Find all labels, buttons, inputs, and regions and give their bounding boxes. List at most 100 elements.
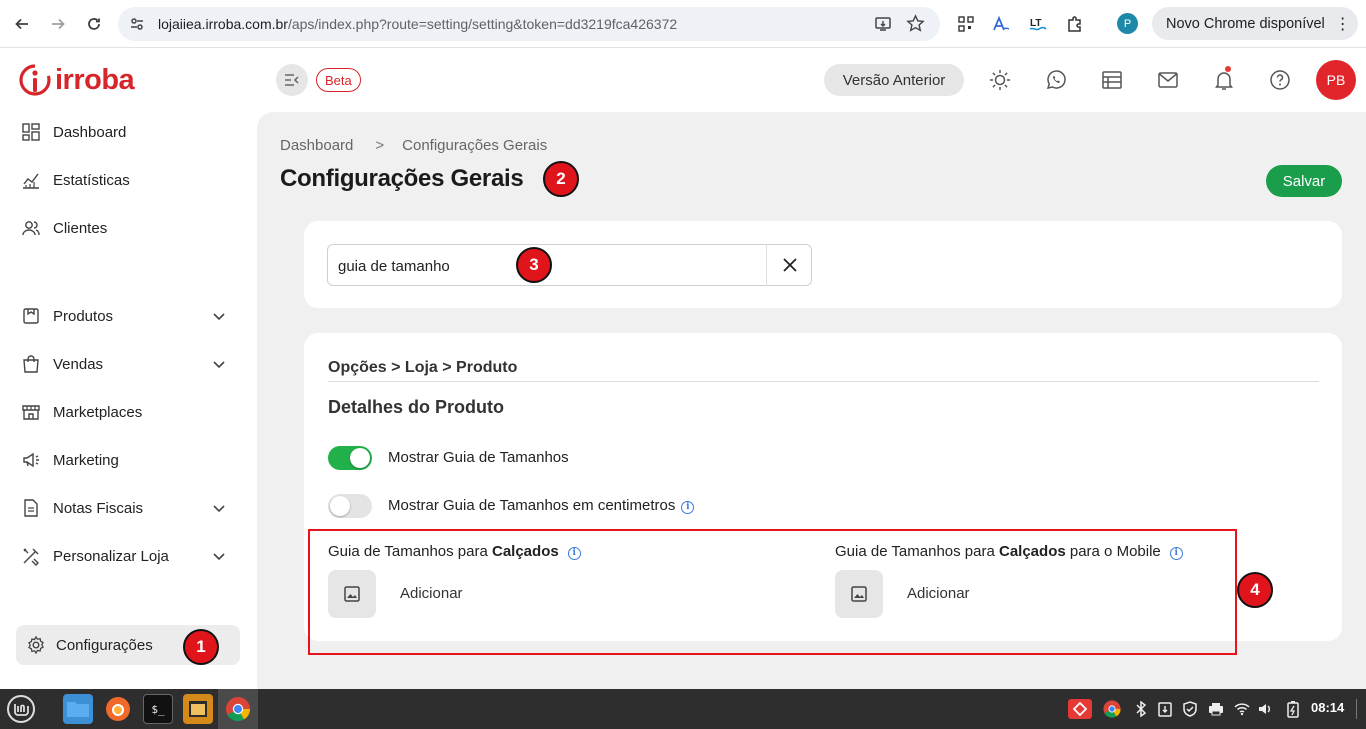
show-desktop-divider[interactable] <box>1356 699 1357 719</box>
product-icon <box>20 305 42 327</box>
breadcrumb: Dashboard > Configurações Gerais <box>280 137 547 154</box>
breadcrumb-home-link[interactable]: Dashboard <box>280 137 353 154</box>
shield-tray-icon[interactable] <box>1180 699 1200 719</box>
logo-text: irroba <box>55 63 135 96</box>
sidebar-item-marketing[interactable]: Marketing <box>20 445 240 475</box>
mint-menu-icon[interactable] <box>6 694 36 724</box>
bookmark-star-icon[interactable] <box>906 14 925 38</box>
clipboard-tray-icon[interactable] <box>1155 699 1175 719</box>
chrome-app-icon[interactable] <box>223 694 253 724</box>
sidebar-item-marketplaces[interactable]: Marketplaces <box>20 397 240 427</box>
toggle-knob <box>330 496 350 516</box>
save-button[interactable]: Salvar <box>1266 165 1342 197</box>
sidebar-item-customize-store[interactable]: Personalizar Loja <box>20 541 240 571</box>
beta-badge: Beta <box>316 68 361 92</box>
step-marker-3: 3 <box>516 247 552 283</box>
sidebar-item-label: Clientes <box>53 219 108 237</box>
url-text: lojaiiea.irroba.com.br/aps/index.php?rou… <box>158 16 678 32</box>
size-guide-cm-label-text: Mostrar Guia de Tamanhos em centimetros <box>388 497 676 514</box>
section-title: Detalhes do Produto <box>328 397 505 417</box>
size-guide-toggle[interactable] <box>328 446 372 470</box>
clear-search-button[interactable] <box>766 244 812 286</box>
sidebar-item-dashboard[interactable]: Dashboard <box>20 117 240 147</box>
chevron-down-icon[interactable] <box>212 549 226 567</box>
bluetooth-icon[interactable] <box>1131 699 1151 719</box>
sidebar-item-label: Configurações <box>56 636 153 654</box>
install-app-icon[interactable] <box>874 15 892 38</box>
size-guide-toggle-label: Mostrar Guia de Tamanhos <box>388 449 569 466</box>
battery-icon[interactable] <box>1283 699 1303 719</box>
forward-icon[interactable] <box>44 10 72 38</box>
sidebar-item-label: Personalizar Loja <box>53 547 169 565</box>
size-guide-cm-toggle-label: Mostrar Guia de Tamanhos em centimetros i <box>388 497 695 514</box>
files-app-icon[interactable] <box>63 694 93 724</box>
sidebar-item-label: Vendas <box>53 355 104 373</box>
chrome-update-button[interactable]: Novo Chrome disponível ⋮ <box>1152 7 1358 40</box>
sidebar-item-label: Marketplaces <box>53 403 143 421</box>
divider <box>328 381 1319 382</box>
step-marker-1: 1 <box>183 629 219 665</box>
extensions-puzzle-icon[interactable] <box>1064 13 1086 35</box>
search-field[interactable] <box>327 244 812 286</box>
site-settings-icon[interactable] <box>128 15 146 33</box>
wifi-icon[interactable] <box>1232 699 1252 719</box>
page-title: Configurações Gerais <box>280 165 524 192</box>
sidebar-item-statistics[interactable]: Estatísticas <box>20 165 240 195</box>
anydesk-tray-icon[interactable] <box>1068 699 1092 719</box>
volume-icon[interactable] <box>1256 699 1276 719</box>
previous-version-button[interactable]: Versão Anterior <box>824 64 964 96</box>
lt-extension-icon[interactable]: LT <box>1027 13 1049 35</box>
notifications-bell-icon[interactable] <box>1210 66 1238 94</box>
bag-icon <box>20 353 42 375</box>
system-clock[interactable]: 08:14 <box>1311 700 1344 715</box>
step-marker-4: 4 <box>1237 572 1273 608</box>
info-icon[interactable]: i <box>681 500 695 514</box>
user-avatar[interactable]: PB <box>1316 60 1356 100</box>
firefox-app-icon[interactable] <box>103 694 133 724</box>
chrome-menu-icon[interactable]: ⋮ <box>1335 14 1351 34</box>
browser-toolbar: lojaiiea.irroba.com.br/aps/index.php?rou… <box>0 0 1366 48</box>
whatsapp-icon[interactable] <box>1042 66 1070 94</box>
help-icon[interactable] <box>1266 66 1294 94</box>
store-icon <box>20 401 42 423</box>
breadcrumb-separator: > <box>375 137 385 154</box>
toggle-knob <box>350 448 370 468</box>
svg-text:LT: LT <box>1030 18 1041 29</box>
stats-icon <box>20 169 42 191</box>
chevron-down-icon[interactable] <box>212 357 226 375</box>
close-icon <box>782 258 797 272</box>
store-front-icon[interactable] <box>1098 66 1126 94</box>
collapse-sidebar-button[interactable] <box>276 64 308 96</box>
chevron-down-icon[interactable] <box>212 309 226 327</box>
translate-extension-icon[interactable] <box>990 13 1012 35</box>
step-marker-2: 2 <box>543 161 579 197</box>
theme-sun-icon[interactable] <box>986 66 1014 94</box>
sidebar-item-label: Notas Fiscais <box>53 499 144 517</box>
chevron-down-icon[interactable] <box>212 501 226 519</box>
document-icon <box>20 497 42 519</box>
mail-icon[interactable] <box>1154 66 1182 94</box>
sidebar-item-clients[interactable]: Clientes <box>20 213 240 243</box>
breadcrumb-current: Configurações Gerais <box>402 137 548 154</box>
reload-icon[interactable] <box>80 10 108 38</box>
terminal-app-icon[interactable]: $_ <box>143 694 173 724</box>
notes-app-icon[interactable] <box>183 694 213 724</box>
sidebar-item-label: Dashboard <box>53 123 127 141</box>
sidebar-item-invoices[interactable]: Notas Fiscais <box>20 493 240 523</box>
highlight-box <box>308 529 1237 655</box>
chrome-update-label: Novo Chrome disponível <box>1166 15 1325 32</box>
dashboard-icon <box>20 121 42 143</box>
irroba-logo[interactable]: irroba <box>18 62 135 98</box>
sidebar-item-products[interactable]: Produtos <box>20 301 240 331</box>
back-icon[interactable] <box>8 10 36 38</box>
chrome-tray-icon[interactable] <box>1102 699 1122 719</box>
collapse-icon <box>285 74 299 86</box>
profile-avatar[interactable]: P <box>1117 13 1138 34</box>
address-bar[interactable]: lojaiiea.irroba.com.br/aps/index.php?rou… <box>118 7 940 41</box>
printer-tray-icon[interactable] <box>1206 699 1226 719</box>
sidebar-item-label: Marketing <box>53 451 119 469</box>
logo-mark-icon <box>19 64 51 96</box>
size-guide-cm-toggle[interactable] <box>328 494 372 518</box>
qr-extension-icon[interactable] <box>955 13 977 35</box>
sidebar-item-sales[interactable]: Vendas <box>20 349 240 379</box>
